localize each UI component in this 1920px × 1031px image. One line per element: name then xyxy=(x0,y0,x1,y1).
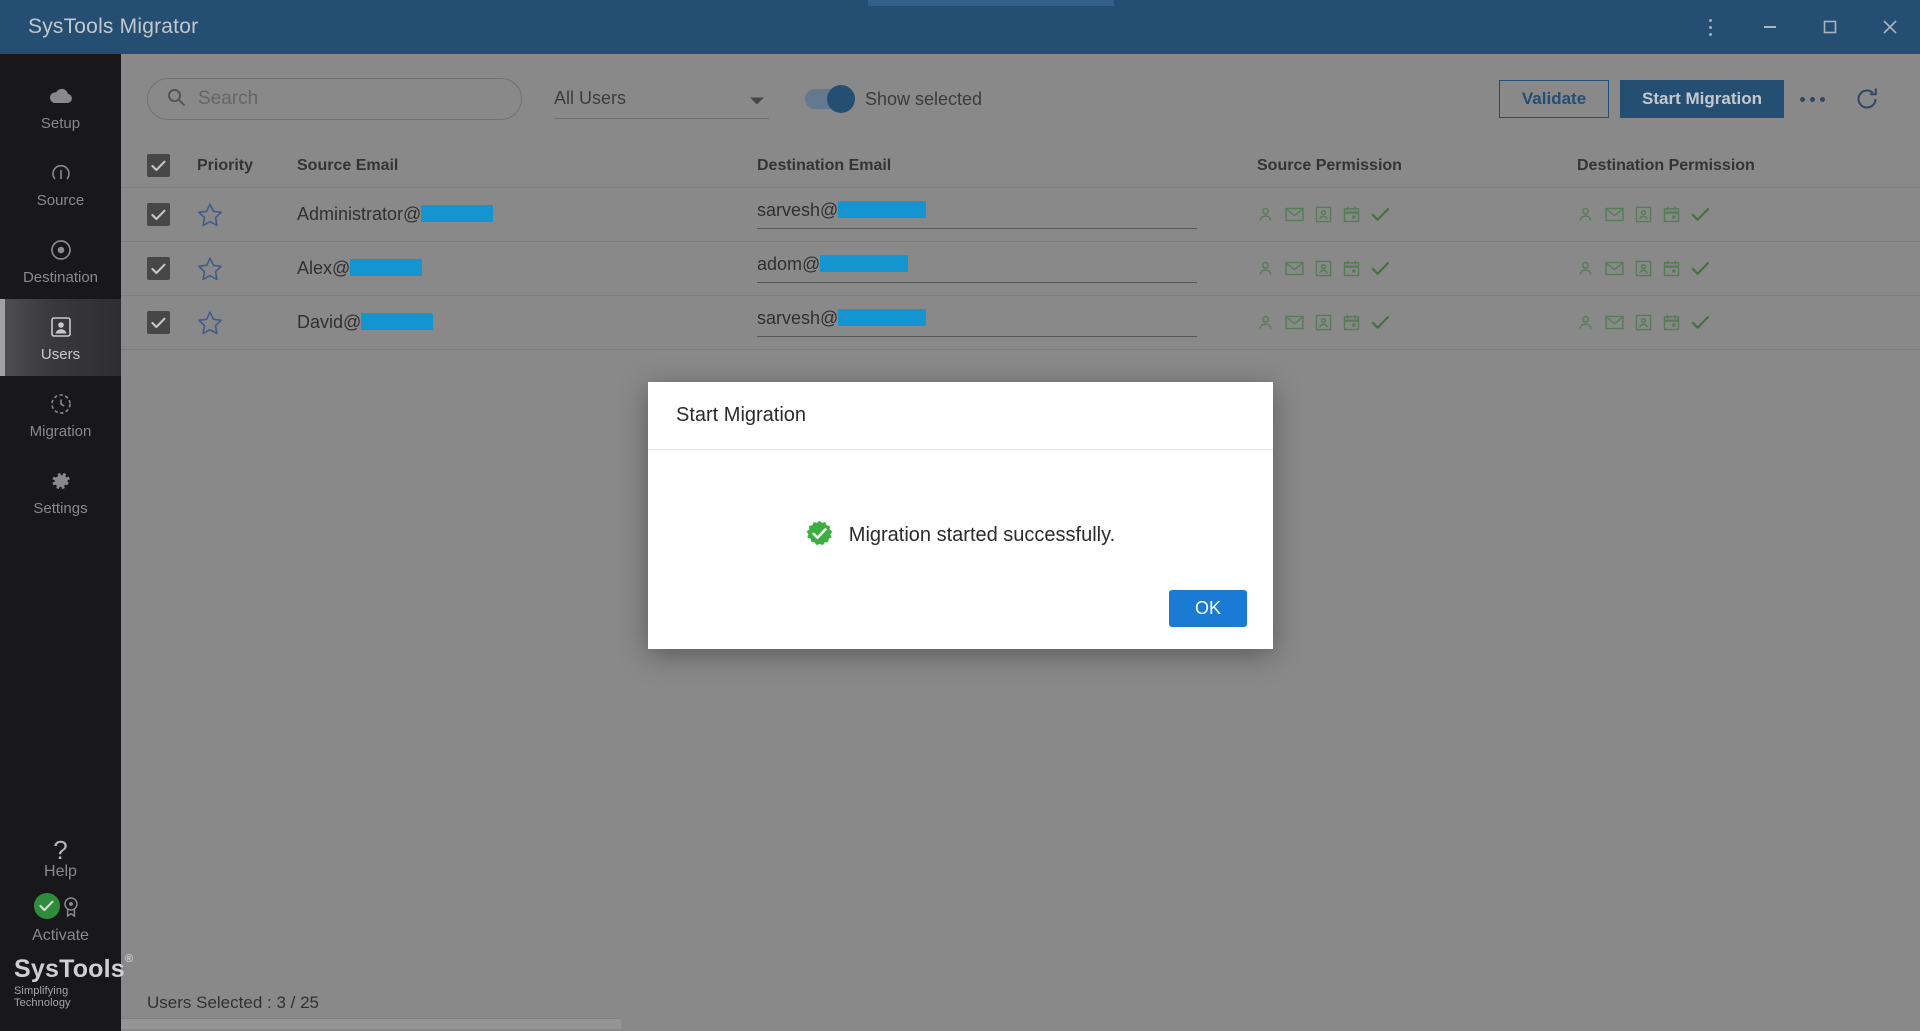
dialog-body: Migration started successfully. OK xyxy=(648,450,1273,649)
dialog-ok-button[interactable]: OK xyxy=(1169,590,1247,627)
app-window: SysTools Migrator Setup Source Destinati… xyxy=(0,0,1920,1031)
dialog-message: Migration started successfully. xyxy=(848,524,1116,546)
success-check-icon xyxy=(806,520,833,552)
dialog-title: Start Migration xyxy=(648,382,1273,450)
start-migration-dialog: Start Migration Migration started succes… xyxy=(648,382,1273,649)
